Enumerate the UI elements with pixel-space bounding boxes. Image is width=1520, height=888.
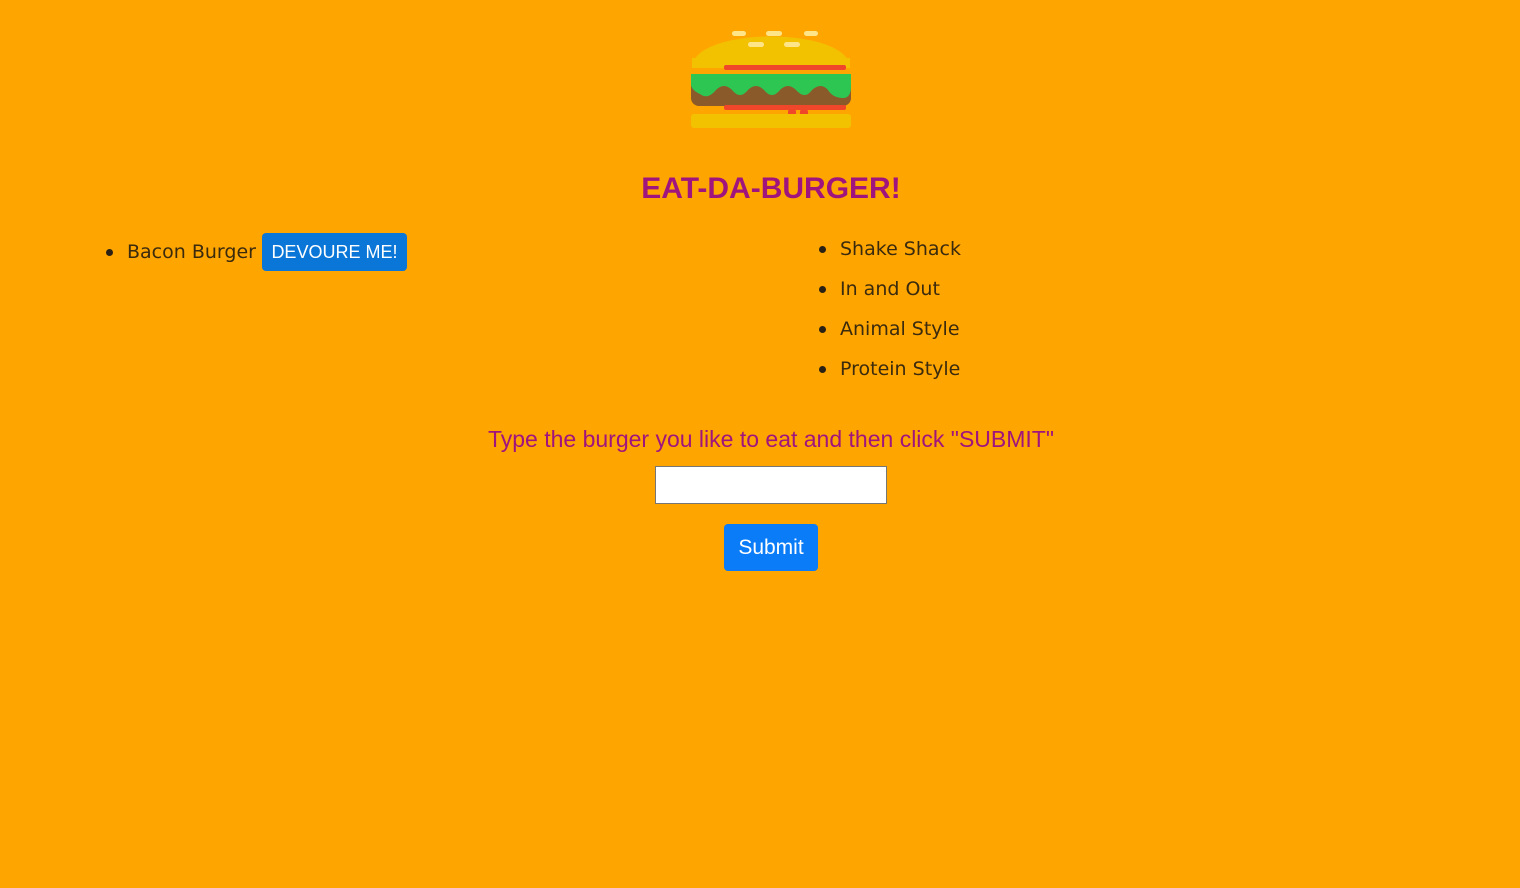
- list-item: Protein Style: [817, 349, 961, 389]
- burger-name: Animal Style: [840, 318, 960, 340]
- list-item: In and Out: [817, 269, 961, 309]
- bullet-icon: [819, 326, 826, 333]
- bullet-icon: [819, 366, 826, 373]
- bullet-icon: [106, 249, 113, 256]
- burger-name: In and Out: [840, 278, 940, 300]
- burger-name: Bacon Burger: [127, 241, 256, 263]
- bullet-icon: [819, 286, 826, 293]
- burger-name: Protein Style: [840, 358, 961, 380]
- list-item: Shake Shack: [817, 229, 961, 269]
- page-title: EAT-DA-BURGER!: [641, 172, 901, 205]
- uneaten-burger-list: Bacon Burger DEVOURE ME!: [104, 232, 407, 272]
- list-item: Animal Style: [817, 309, 961, 349]
- submit-button[interactable]: Submit: [724, 524, 818, 571]
- devoured-burger-list: Shake Shack In and Out Animal Style Prot…: [817, 229, 961, 389]
- list-item: Bacon Burger DEVOURE ME!: [104, 232, 407, 272]
- burger-name: Shake Shack: [840, 238, 961, 260]
- devour-button[interactable]: DEVOURE ME!: [261, 233, 407, 271]
- burger-icon: [691, 31, 851, 128]
- burger-name-input[interactable]: [655, 466, 887, 504]
- bullet-icon: [819, 246, 826, 253]
- form-prompt: Type the burger you like to eat and then…: [487, 426, 1055, 452]
